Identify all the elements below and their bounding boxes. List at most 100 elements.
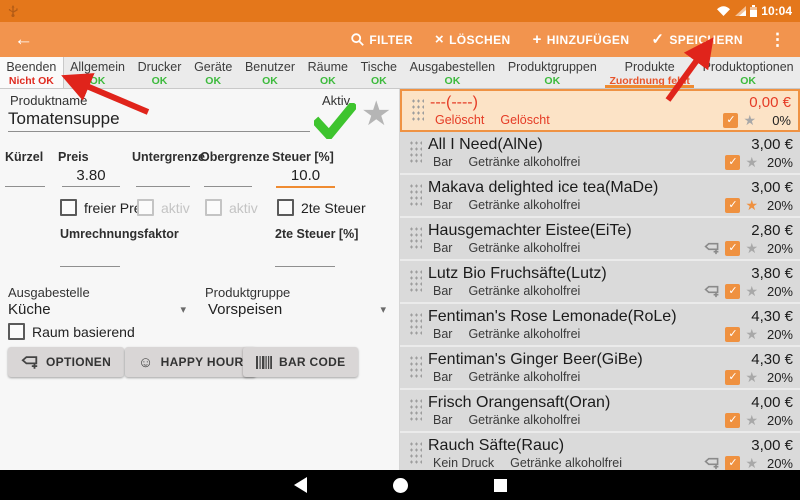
tab-item[interactable]: Tische OK	[354, 57, 403, 88]
drag-handle-icon[interactable]	[409, 355, 422, 380]
drag-handle-icon[interactable]	[409, 183, 422, 208]
happy-hour-button[interactable]: ☺ HAPPY HOUR	[125, 347, 257, 377]
drag-handle-icon[interactable]	[409, 226, 422, 251]
happy-hour-label: HAPPY HOUR	[160, 355, 244, 369]
product-printer: Bar	[433, 155, 453, 169]
produktname-input[interactable]	[8, 109, 310, 132]
favorite-star-icon[interactable]: ★	[745, 241, 758, 255]
product-row[interactable]: Fentiman's Ginger Beer(GiBe) 4,30 € Bar …	[400, 347, 800, 390]
active-check-icon[interactable]	[314, 103, 356, 139]
tab-item[interactable]: Ausgabestellen OK	[403, 57, 501, 88]
tab-item[interactable]: Räume OK	[301, 57, 354, 88]
favorite-star-icon[interactable]: ★	[745, 198, 758, 212]
usb-debug-icon	[8, 4, 18, 17]
tab-item[interactable]: Benutzer OK	[239, 57, 302, 88]
product-list: ---(----) 0,00 € Gelöscht Gelöscht ✓ ★ 0…	[400, 89, 800, 470]
nav-recents-button[interactable]	[493, 478, 507, 492]
active-checkbox[interactable]: ✓	[725, 455, 741, 470]
steuer-input[interactable]	[276, 167, 335, 188]
active-checkbox[interactable]: ✓	[725, 369, 741, 385]
product-row[interactable]: ---(----) 0,00 € Gelöscht Gelöscht ✓ ★ 0…	[400, 89, 800, 132]
active-checkbox[interactable]: ✓	[725, 240, 741, 256]
options-tag-icon	[704, 457, 719, 469]
favorite-star-icon[interactable]: ★	[745, 155, 758, 169]
tab-item[interactable]: Produkte Zuordnung fehlt	[603, 57, 696, 88]
product-row[interactable]: Hausgemachter Eistee(EiTe) 2,80 € Bar Ge…	[400, 218, 800, 261]
delete-button[interactable]: × LÖSCHEN	[435, 32, 511, 47]
chevron-down-icon: ▾	[380, 304, 386, 316]
filter-button[interactable]: FILTER	[351, 33, 413, 47]
kurzel-label: Kürzel	[5, 150, 44, 164]
overflow-menu-icon[interactable]: ⋮	[765, 30, 786, 50]
product-row[interactable]: All I Need(AlNe) 3,00 € Bar Getränke alk…	[400, 132, 800, 175]
battery-icon	[750, 5, 758, 17]
drag-handle-icon[interactable]	[409, 312, 422, 337]
product-price: 4,30 €	[751, 307, 793, 325]
drag-handle-icon[interactable]	[411, 98, 424, 123]
favorite-star-icon[interactable]: ★	[745, 370, 758, 384]
options-tag-icon	[704, 285, 719, 297]
raum-basierend-checkbox[interactable]: Raum basierend	[8, 323, 135, 340]
back-arrow-icon[interactable]: ←	[14, 30, 33, 49]
product-name: Makava delighted ice tea(MaDe)	[428, 178, 659, 196]
kurzel-input[interactable]	[5, 167, 45, 187]
nav-back-button[interactable]	[293, 477, 307, 493]
active-checkbox[interactable]: ✓	[725, 283, 741, 299]
produktgruppe-select[interactable]: Vorspeisen ▾	[208, 301, 386, 318]
nav-home-button[interactable]	[392, 477, 408, 493]
plus-icon: +	[532, 31, 542, 48]
options-tag-icon	[21, 355, 38, 369]
favorite-star-icon[interactable]: ★	[745, 413, 758, 427]
obergrenze-input[interactable]	[204, 167, 252, 187]
favorite-star-icon[interactable]: ★	[745, 284, 758, 298]
product-row[interactable]: Lutz Bio Fruchsäfte(Lutz) 3,80 € Bar Get…	[400, 261, 800, 304]
aktiv-obergrenze-checkbox: aktiv	[205, 199, 258, 216]
product-row[interactable]: Fentiman's Rose Lemonade(RoLe) 4,30 € Ba…	[400, 304, 800, 347]
status-bar: 10:04	[0, 0, 800, 22]
add-button[interactable]: + HINZUFÜGEN	[533, 32, 630, 47]
preis-input[interactable]	[62, 167, 120, 187]
save-button[interactable]: ✓ SPEICHERN	[651, 32, 743, 47]
zweite-steuer-checkbox[interactable]: 2te Steuer	[277, 199, 366, 216]
drag-handle-icon[interactable]	[409, 441, 422, 466]
umrechnungsfaktor-input[interactable]	[60, 247, 120, 267]
tax-percent: 0%	[772, 112, 791, 128]
tab-label: Allgemein	[70, 60, 125, 74]
favorite-star-icon[interactable]: ★	[745, 327, 758, 341]
active-checkbox[interactable]: ✓	[725, 412, 741, 428]
active-checkbox[interactable]: ✓	[725, 197, 741, 213]
product-group: Getränke alkoholfrei	[468, 241, 581, 255]
tab-item[interactable]: Allgemein OK	[64, 57, 132, 88]
ausgabestelle-select[interactable]: Küche ▾	[8, 301, 186, 318]
drag-handle-icon[interactable]	[409, 269, 422, 294]
favorite-star-icon[interactable]: ★	[361, 97, 391, 131]
tab-item[interactable]: Geräte OK	[188, 57, 239, 88]
product-printer: Kein Druck	[433, 456, 495, 470]
tab-item[interactable]: Produktoptionen OK	[696, 57, 800, 88]
product-group: Gelöscht	[500, 113, 550, 127]
untergrenze-input[interactable]	[136, 167, 190, 187]
smiley-icon: ☺	[138, 353, 154, 371]
produktname-label: Produktname	[10, 93, 88, 108]
tab-item[interactable]: Drucker OK	[131, 57, 187, 88]
umrechnungsfaktor-label: Umrechnungsfaktor	[60, 227, 179, 241]
favorite-star-icon[interactable]: ★	[743, 113, 756, 127]
favorite-star-icon[interactable]: ★	[745, 456, 758, 470]
active-checkbox[interactable]: ✓	[723, 112, 739, 128]
drag-handle-icon[interactable]	[409, 398, 422, 423]
barcode-button[interactable]: BAR CODE	[243, 347, 359, 377]
optionen-button[interactable]: OPTIONEN	[8, 347, 125, 377]
drag-handle-icon[interactable]	[409, 140, 422, 165]
tab-status-badge: OK	[740, 75, 756, 87]
untergrenze-label: Untergrenze	[132, 150, 205, 164]
zweite-steuer-input[interactable]	[275, 247, 335, 267]
tab-item[interactable]: Produktgruppen OK	[501, 57, 603, 88]
active-checkbox[interactable]: ✓	[725, 154, 741, 170]
product-row[interactable]: Rauch Säfte(Rauc) 3,00 € Kein Druck Getr…	[400, 433, 800, 470]
tax-percent: 20%	[766, 154, 793, 170]
product-printer: Gelöscht	[435, 113, 485, 127]
product-row[interactable]: Frisch Orangensaft(Oran) 4,00 € Bar Getr…	[400, 390, 800, 433]
active-checkbox[interactable]: ✓	[725, 326, 741, 342]
tab-item[interactable]: Beenden Nicht OK	[0, 57, 64, 88]
product-row[interactable]: Makava delighted ice tea(MaDe) 3,00 € Ba…	[400, 175, 800, 218]
